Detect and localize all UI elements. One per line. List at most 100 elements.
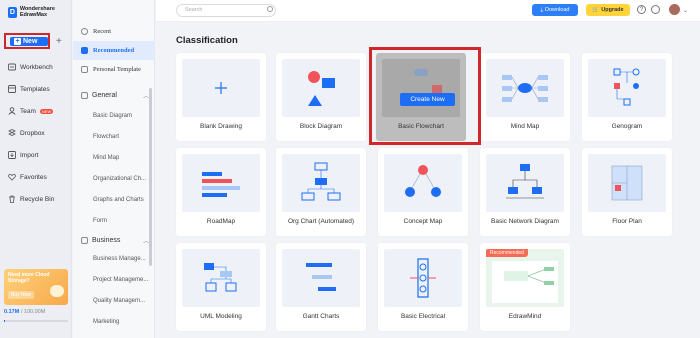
- category-item[interactable]: Organizational Ch...: [93, 169, 151, 190]
- sidebar-item-favorites[interactable]: Favorites: [8, 166, 68, 188]
- recommended-icon: [81, 47, 88, 54]
- sidebar-item-templates[interactable]: Templates: [8, 78, 68, 100]
- left-sidebar: D Wondershare EdrawMax + New + Workbench…: [0, 0, 72, 338]
- category-item[interactable]: Form: [93, 211, 151, 232]
- template-card-gantt-charts[interactable]: Gantt Charts: [276, 243, 366, 331]
- sidebar-item-import[interactable]: Import: [8, 144, 68, 166]
- app-logo[interactable]: D Wondershare EdrawMax: [8, 6, 71, 18]
- category-nav: Recent Recommended Personal Template Gen…: [73, 0, 155, 338]
- category-scrollbar[interactable]: [149, 88, 152, 266]
- category-item[interactable]: Graphs and Charts: [93, 190, 151, 211]
- download-button[interactable]: ⤓ Download: [532, 4, 578, 16]
- app-logo-text: Wondershare EdrawMax: [19, 6, 55, 18]
- sidebar-item-label: Templates: [20, 85, 50, 93]
- storage-progress-bar: [4, 320, 68, 322]
- sidebar-item-team[interactable]: Team NEW: [8, 100, 68, 122]
- help-icon[interactable]: ?: [637, 5, 646, 14]
- templates-icon: [8, 85, 16, 93]
- card-thumbnail: [588, 59, 666, 117]
- edrawmind-preview-icon: [492, 261, 558, 303]
- card-label: Gantt Charts: [302, 313, 340, 320]
- card-thumbnail: [182, 154, 260, 212]
- card-thumbnail: [182, 59, 260, 117]
- workbench-icon: [8, 63, 16, 71]
- template-card-org-chart[interactable]: Org Chart (Automated): [276, 148, 366, 236]
- selection-highlight-box: [369, 47, 481, 145]
- card-label: Mind Map: [510, 123, 540, 130]
- roadmap-icon: [202, 172, 240, 197]
- cloud-promo-title: Need more Cloud Storage?: [8, 272, 50, 284]
- category-nav-top: Recent Recommended Personal Template: [73, 22, 155, 79]
- card-label: Floor Plan: [612, 218, 642, 225]
- template-card-genogram[interactable]: Genogram: [582, 53, 672, 141]
- network-icon: [506, 164, 544, 199]
- subnav-item-recent[interactable]: Recent: [73, 22, 155, 41]
- sidebar-item-workbench[interactable]: Workbench: [8, 56, 68, 78]
- upgrade-button[interactable]: 🛒 Upgrade: [586, 4, 630, 16]
- template-card-uml-modeling[interactable]: UML Modeling: [176, 243, 266, 331]
- template-card-network-diagram[interactable]: Basic Network Diagram: [480, 148, 570, 236]
- floor-plan-icon: [611, 165, 643, 201]
- subnav-item-label: Recommended: [93, 47, 135, 54]
- card-label: Block Diagram: [299, 123, 343, 130]
- category-business-header[interactable]: Business ︿: [81, 236, 149, 245]
- card-thumbnail: [282, 249, 360, 307]
- card-label: RoadMap: [206, 218, 236, 225]
- template-card-floor-plan[interactable]: Floor Plan: [582, 148, 672, 236]
- sidebar-item-label: Recycle Bin: [20, 195, 55, 203]
- template-card-concept-map[interactable]: Concept Map: [378, 148, 468, 236]
- template-card-roadmap[interactable]: RoadMap: [176, 148, 266, 236]
- category-item[interactable]: Mind Map: [93, 148, 151, 169]
- card-label: Basic Electrical: [400, 313, 446, 320]
- sidebar-item-recycle-bin[interactable]: Recycle Bin: [8, 188, 68, 210]
- category-item[interactable]: Flowchart: [93, 127, 151, 148]
- category-general-label: General: [92, 92, 117, 99]
- sidebar-item-label: Dropbox: [20, 129, 45, 137]
- category-general-header[interactable]: General ︿: [81, 91, 149, 100]
- category-general-list: Basic Diagram Flowchart Mind Map Organiz…: [93, 106, 151, 232]
- dropbox-icon: [8, 129, 16, 136]
- personal-template-icon: [81, 66, 88, 73]
- avatar[interactable]: [669, 4, 680, 15]
- card-label: Genogram: [611, 123, 643, 130]
- template-card-edrawmind[interactable]: Recommended EdrawMind: [480, 243, 570, 331]
- concept-map-icon: [405, 165, 441, 197]
- template-card-basic-electrical[interactable]: Basic Electrical: [378, 243, 468, 331]
- search-input[interactable]: Search: [176, 4, 276, 17]
- import-icon: [8, 151, 16, 159]
- card-thumbnail: [182, 249, 260, 307]
- subnav-item-recommended[interactable]: Recommended: [73, 41, 155, 60]
- template-card-blank-drawing[interactable]: Blank Drawing: [176, 53, 266, 141]
- category-item[interactable]: Quality Managem...: [93, 291, 151, 312]
- block-diagram-icon: [308, 71, 335, 106]
- storage-progress-fill: [4, 320, 6, 322]
- chevron-down-icon[interactable]: ⌄: [683, 7, 688, 14]
- new-button-label: New: [23, 37, 38, 45]
- new-badge: NEW: [39, 108, 54, 114]
- template-card-mind-map[interactable]: Mind Map: [480, 53, 570, 141]
- category-item[interactable]: Project Manageme...: [93, 270, 151, 291]
- cloud-storage-promo[interactable]: Need more Cloud Storage? Buy Now: [4, 269, 68, 305]
- gear-icon[interactable]: [651, 5, 660, 14]
- genogram-icon: [613, 68, 640, 106]
- uml-icon: [204, 263, 237, 292]
- cart-icon: 🛒: [592, 7, 600, 13]
- buy-now-button[interactable]: Buy Now: [8, 291, 35, 299]
- sidebar-item-label: Import: [20, 151, 39, 159]
- card-thumbnail: [282, 59, 360, 117]
- trash-icon: [9, 195, 15, 203]
- sidebar-item-dropbox[interactable]: Dropbox: [8, 122, 68, 144]
- card-label: EdrawMind: [508, 313, 542, 320]
- subnav-item-personal-template[interactable]: Personal Template: [73, 60, 155, 79]
- template-card-block-diagram[interactable]: Block Diagram: [276, 53, 366, 141]
- card-label: Basic Network Diagram: [491, 218, 559, 225]
- edrawmax-logo-icon: D: [8, 6, 17, 18]
- category-item[interactable]: Basic Diagram: [93, 106, 151, 127]
- storage-usage: 0.17M / 100.00M: [4, 309, 45, 315]
- category-item[interactable]: Business Manage...: [93, 249, 151, 270]
- plus-icon: [215, 82, 227, 94]
- add-icon[interactable]: +: [56, 36, 62, 47]
- new-button[interactable]: + New: [10, 36, 48, 46]
- search-icon[interactable]: [267, 6, 273, 12]
- category-item[interactable]: Marketing: [93, 312, 151, 333]
